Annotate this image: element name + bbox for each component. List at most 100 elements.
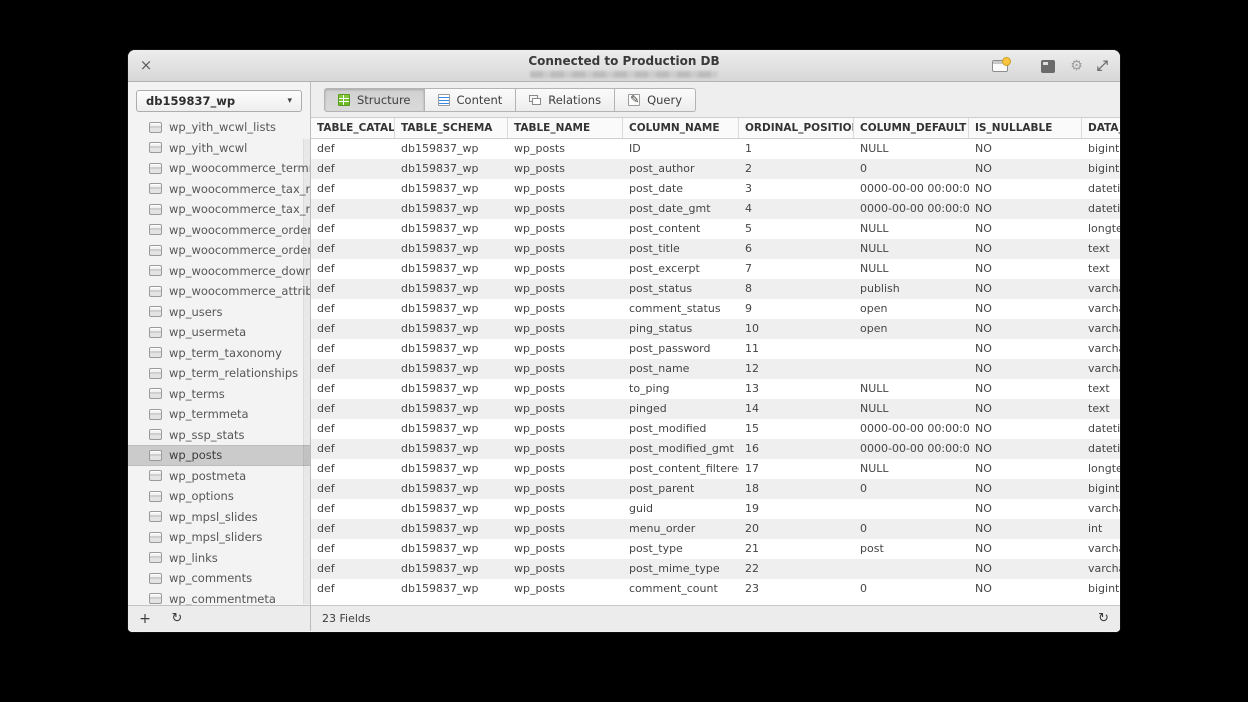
sidebar-item-wp_woocommerce_termmeta[interactable]: wp_woocommerce_termmeta [128,158,310,179]
sidebar-item-wp_posts[interactable]: wp_posts [128,445,310,466]
table-label: wp_links [169,551,218,565]
table-row[interactable]: defdb159837_wpwp_postscomment_status9ope… [311,299,1120,319]
sidebar-item-wp_yith_wcwl[interactable]: wp_yith_wcwl [128,138,310,159]
sidebar-scrollbar[interactable] [303,139,310,604]
table-row[interactable]: defdb159837_wpwp_postsguid19NOvarchar [311,499,1120,519]
cell: bigint [1082,579,1120,599]
table-row[interactable]: defdb159837_wpwp_postspost_password11NOv… [311,339,1120,359]
column-header-table_catalog[interactable]: TABLE_CATALOG [311,118,395,138]
cell: 16 [739,439,854,459]
sidebar-item-wp_terms[interactable]: wp_terms [128,384,310,405]
table-row[interactable]: defdb159837_wpwp_postspost_content_filte… [311,459,1120,479]
refresh-results-button[interactable]: ↻ [1098,611,1109,626]
table-row[interactable]: defdb159837_wpwp_postspost_title6NULLNOt… [311,239,1120,259]
table-row[interactable]: defdb159837_wpwp_postsping_status10openN… [311,319,1120,339]
cell: db159837_wp [395,479,508,499]
cell: wp_posts [508,159,623,179]
sidebar-item-wp_links[interactable]: wp_links [128,548,310,569]
column-header-ordinal_position[interactable]: ORDINAL_POSITION [739,118,854,138]
sidebar-item-wp_comments[interactable]: wp_comments [128,568,310,589]
table-row[interactable]: defdb159837_wpwp_postspost_excerpt7NULLN… [311,259,1120,279]
cell: def [311,559,395,579]
sidebar-item-wp_options[interactable]: wp_options [128,486,310,507]
table-row[interactable]: defdb159837_wpwp_postspost_type21postNOv… [311,539,1120,559]
column-header-data_type[interactable]: DATA_TYPE [1082,118,1120,138]
main-panel: StructureContent Relations Query TABLE_CAT… [311,82,1120,631]
cell: varchar [1082,559,1120,579]
table-row[interactable]: defdb159837_wpwp_poststo_ping13NULLNOtex… [311,379,1120,399]
sidebar-item-wp_mpsl_slides[interactable]: wp_mpsl_slides [128,507,310,528]
column-header-column_name[interactable]: COLUMN_NAME [623,118,739,138]
sidebar-item-wp_term_relationships[interactable]: wp_term_relationships [128,363,310,384]
table-icon [149,409,162,420]
gear-icon[interactable]: ⚙ [1070,59,1083,73]
sidebar-item-wp_woocommerce_order_itemm[interactable]: wp_woocommerce_order_itemm... [128,240,310,261]
sidebar-item-wp_woocommerce_attribute_tax[interactable]: wp_woocommerce_attribute_tax... [128,281,310,302]
tab-content[interactable]: Content [425,88,517,112]
cell: wp_posts [508,539,623,559]
cell [854,339,969,359]
sidebar-item-wp_woocommerce_order_items[interactable]: wp_woocommerce_order_items [128,220,310,241]
column-header-table_name[interactable]: TABLE_NAME [508,118,623,138]
tab-label: Relations [548,93,601,107]
tab-structure[interactable]: Structure [324,88,425,112]
cell: 20 [739,519,854,539]
cell: 4 [739,199,854,219]
tab-relations[interactable]: Relations [516,88,615,112]
database-selector[interactable]: db159837_wp ▾ [136,90,302,112]
table-label: wp_ssp_stats [169,428,245,442]
sidebar-item-wp_woocommerce_downloadabl[interactable]: wp_woocommerce_downloadabl... [128,261,310,282]
table-row[interactable]: defdb159837_wpwp_postspost_modified_gmt1… [311,439,1120,459]
table-row[interactable]: defdb159837_wpwp_postscomment_count230NO… [311,579,1120,599]
table-label: wp_term_relationships [169,366,298,380]
table-row[interactable]: defdb159837_wpwp_postsID1NULLNObigint [311,139,1120,159]
sidebar-item-wp_term_taxonomy[interactable]: wp_term_taxonomy [128,343,310,364]
table-row[interactable]: defdb159837_wpwp_postspost_author20NObig… [311,159,1120,179]
cell [854,499,969,519]
table-row[interactable]: defdb159837_wpwp_postspost_date30000-00-… [311,179,1120,199]
cell: varchar [1082,319,1120,339]
view-tabs: StructureContent Relations Query [324,88,696,112]
table-row[interactable]: defdb159837_wpwp_postspinged14NULLNOtext [311,399,1120,419]
sidebar-item-wp_ssp_stats[interactable]: wp_ssp_stats [128,425,310,446]
cell: wp_posts [508,239,623,259]
sidebar-item-wp_usermeta[interactable]: wp_usermeta [128,322,310,343]
sidebar-item-wp_mpsl_sliders[interactable]: wp_mpsl_sliders [128,527,310,548]
table-row[interactable]: defdb159837_wpwp_postspost_mime_type22NO… [311,559,1120,579]
cell: NULL [854,379,969,399]
cell: NO [969,259,1082,279]
table-label: wp_commentmeta [169,592,276,605]
tab-query[interactable]: Query [615,88,696,112]
column-header-is_nullable[interactable]: IS_NULLABLE [969,118,1082,138]
cell: text [1082,379,1120,399]
cell: def [311,159,395,179]
table-row[interactable]: defdb159837_wpwp_postspost_date_gmt40000… [311,199,1120,219]
cell: guid [623,499,739,519]
table-row[interactable]: defdb159837_wpwp_postspost_parent180NObi… [311,479,1120,499]
table-row[interactable]: defdb159837_wpwp_postsmenu_order200NOint [311,519,1120,539]
sidebar-item-wp_termmeta[interactable]: wp_termmeta [128,404,310,425]
sidebar-item-wp_users[interactable]: wp_users [128,302,310,323]
sidebar-item-wp_woocommerce_tax_rate_loca[interactable]: wp_woocommerce_tax_rate_loca... [128,179,310,200]
table-row[interactable]: defdb159837_wpwp_postspost_modified15000… [311,419,1120,439]
table-row[interactable]: defdb159837_wpwp_postspost_name12NOvarch… [311,359,1120,379]
refresh-tables-button[interactable]: ↻ [162,611,192,626]
cell: NO [969,579,1082,599]
cell: 11 [739,339,854,359]
new-connection-icon[interactable] [992,60,1008,72]
sidebar-item-wp_postmeta[interactable]: wp_postmeta [128,466,310,487]
sidebar-item-wp_woocommerce_tax_rates[interactable]: wp_woocommerce_tax_rates [128,199,310,220]
close-window-button[interactable]: × [137,55,155,77]
sidebar-item-wp_commentmeta[interactable]: wp_commentmeta [128,589,310,606]
sidebar-item-wp_yith_wcwl_lists[interactable]: wp_yith_wcwl_lists [128,117,310,138]
table-icon [149,368,162,379]
table-row[interactable]: defdb159837_wpwp_postspost_content5NULLN… [311,219,1120,239]
terminal-icon[interactable] [1041,60,1055,73]
column-header-column_default[interactable]: COLUMN_DEFAULT [854,118,969,138]
add-connection-button[interactable]: + [128,611,162,627]
cell: NO [969,279,1082,299]
fullscreen-icon[interactable]: ⤢ [1097,59,1108,73]
cell: 17 [739,459,854,479]
column-header-table_schema[interactable]: TABLE_SCHEMA [395,118,508,138]
table-row[interactable]: defdb159837_wpwp_postspost_status8publis… [311,279,1120,299]
